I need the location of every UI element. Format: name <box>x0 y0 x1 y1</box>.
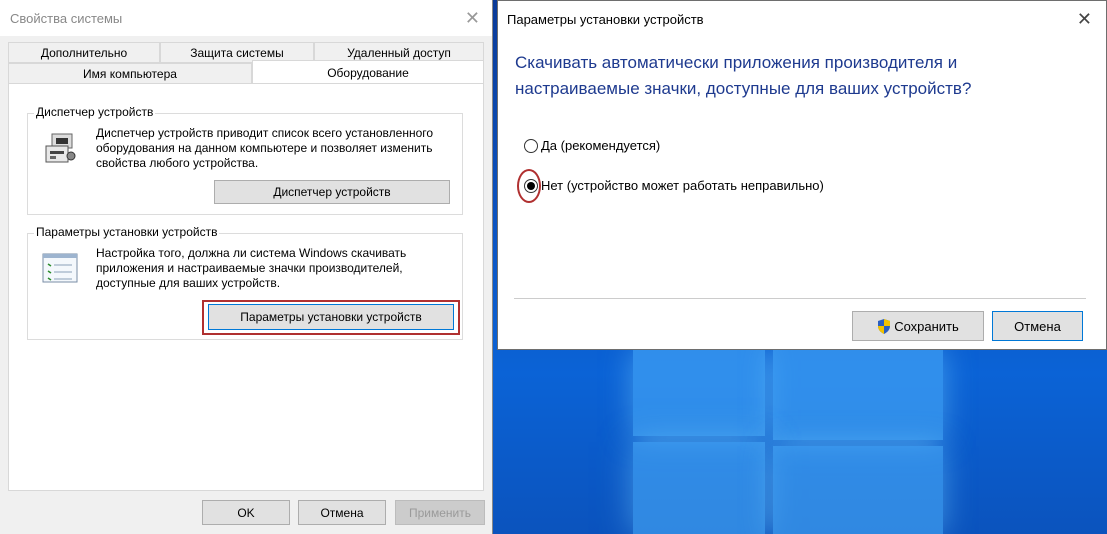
device-manager-icon <box>45 133 76 163</box>
device-install-settings-dialog: Параметры установки устройств ✕ Скачиват… <box>497 0 1107 350</box>
radio-button[interactable] <box>524 138 538 153</box>
radio-button-selected[interactable] <box>524 178 538 193</box>
device-install-description: Настройка того, должна ли система Window… <box>96 246 407 290</box>
radio-option-no[interactable]: Нет (устройство может работать неправиль… <box>524 178 824 193</box>
tab-additional[interactable]: Дополнительно <box>8 42 160 63</box>
device-install-settings-button[interactable]: Параметры установки устройств <box>208 304 454 330</box>
window-title: Свойства системы <box>10 10 123 26</box>
system-properties-window: Свойства системы ✕ Дополнительно Защита … <box>0 0 493 534</box>
dialog-button-bar: OK Отмена Применить <box>0 500 493 534</box>
tab-strip: Дополнительно Защита системы Удаленный д… <box>8 42 484 85</box>
device-manager-description: Диспетчер устройств приводит список всег… <box>96 126 434 170</box>
windows-logo-pane <box>633 442 765 534</box>
device-install-settings-group: Параметры установки устройств Настройка … <box>27 225 463 340</box>
divider <box>514 298 1086 299</box>
save-button[interactable]: Сохранить <box>852 311 984 341</box>
apply-button: Применить <box>395 500 485 525</box>
dialog-title: Параметры установки устройств <box>507 11 704 27</box>
hardware-tab-panel: Диспетчер устройств Диспетчер устройств … <box>8 83 484 491</box>
group-title: Параметры установки устройств <box>34 225 220 239</box>
uac-shield-icon <box>878 318 891 334</box>
windows-logo-pane <box>773 446 943 534</box>
device-manager-button[interactable]: Диспетчер устройств <box>214 180 450 204</box>
dialog-question: Скачивать автоматически приложения произ… <box>515 53 972 98</box>
close-icon[interactable]: ✕ <box>1077 10 1092 28</box>
close-icon[interactable]: ✕ <box>465 9 480 27</box>
ok-button[interactable]: OK <box>202 500 290 525</box>
checklist-icon <box>42 253 78 283</box>
save-button-label: Сохранить <box>894 318 959 334</box>
radio-label: Нет (устройство может работать неправиль… <box>541 178 824 193</box>
tab-computer-name[interactable]: Имя компьютера <box>8 63 252 84</box>
cancel-button[interactable]: Отмена <box>992 311 1083 341</box>
radio-dot-icon <box>527 181 535 190</box>
device-manager-group: Диспетчер устройств Диспетчер устройств … <box>27 105 463 215</box>
title-bar: Свойства системы ✕ <box>0 0 492 36</box>
windows-logo-pane <box>633 350 765 436</box>
cancel-button[interactable]: Отмена <box>298 500 386 525</box>
tab-hardware[interactable]: Оборудование <box>252 60 484 85</box>
windows-logo-pane <box>773 350 943 440</box>
radio-option-yes[interactable]: Да (рекомендуется) <box>524 138 660 153</box>
radio-label: Да (рекомендуется) <box>541 138 661 153</box>
title-bar: Параметры установки устройств ✕ <box>498 1 1106 37</box>
group-title: Диспетчер устройств <box>34 105 156 119</box>
